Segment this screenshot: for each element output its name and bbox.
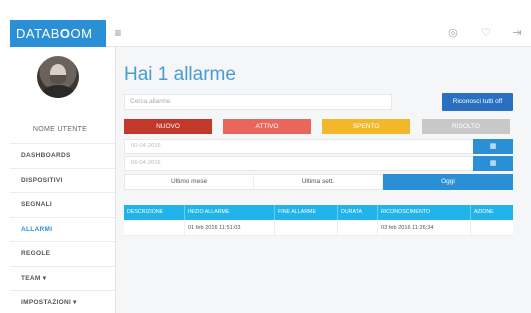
page-title: Hai 1 allarme [124, 64, 236, 85]
sidebar-item-segnali[interactable]: SEGNALI [10, 192, 115, 217]
period-today-button[interactable]: Oggi [383, 174, 513, 190]
column-header-durata[interactable]: DURATA [338, 205, 378, 220]
period-selector: Ultimo mese Ultima sett. Oggi [124, 174, 513, 190]
sidebar-nav: DASHBOARDS DISPOSITIVI SEGNALI ALLARMI R… [10, 143, 115, 313]
username: NOME UTENTE [32, 126, 88, 133]
sidebar-item-dashboards[interactable]: DASHBOARDS [10, 143, 115, 168]
column-header-riconoscimento[interactable]: RICONOSCIMENTO [378, 205, 471, 220]
logout-icon[interactable]: ⇥ [510, 20, 524, 47]
search-input[interactable]: Cerca allarme [124, 94, 392, 110]
table-row[interactable]: 01 feb 2016 11:51:03 03 feb 2016 11:26:3… [124, 220, 513, 236]
cell-azione[interactable] [471, 220, 513, 236]
date-from-value: 00-04-2016 [131, 143, 161, 149]
acknowledge-all-button[interactable]: Riconosci tutti off [442, 93, 513, 111]
date-from-field[interactable]: 00-04-2016 ▦ [124, 139, 513, 154]
logo-text-1: DATAB [16, 26, 60, 41]
sidebar-item-impostazioni[interactable]: IMPOSTAZIONI ▾ [10, 290, 115, 313]
filter-risolto-button[interactable]: RISOLTO [422, 119, 510, 134]
column-header-inizio[interactable]: INIZIO ALLARME [185, 205, 275, 220]
date-to-value: 06-04-2016 [131, 160, 161, 166]
globe-icon[interactable]: ◎ [446, 20, 460, 47]
sidebar-item-dispositivi[interactable]: DISPOSITIVI [10, 167, 115, 193]
bell-icon[interactable]: ♡ [479, 20, 493, 47]
period-last-week-button[interactable]: Ultima sett. [254, 175, 383, 189]
hamburger-icon[interactable]: ≡ [110, 20, 126, 47]
period-last-month-button[interactable]: Ultimo mese [125, 175, 254, 189]
date-to-field[interactable]: 06-04-2016 ▦ [124, 156, 513, 171]
sidebar-item-allarmi[interactable]: ALLARMI [10, 216, 115, 242]
cell-inizio: 01 feb 2016 11:51:03 [185, 220, 275, 236]
top-bar: DATABOOM ≡ ◎ ♡ ⇥ [10, 20, 531, 47]
cell-descrizione [124, 220, 185, 236]
column-header-descrizione[interactable]: DESCRIZIONE [124, 205, 185, 220]
column-header-fine[interactable]: FINE ALLARME [275, 205, 338, 220]
app-frame: DATABOOM ≡ ◎ ♡ ⇥ NOME UTENTE DASHBOARDS … [10, 20, 531, 313]
cell-riconoscimento: 03 feb 2016 11:26:34 [378, 220, 471, 236]
alarms-table: DESCRIZIONE INIZIO ALLARME FINE ALLARME … [124, 205, 513, 236]
filter-attivo-button[interactable]: ATTIVO [223, 119, 311, 134]
logo-text-2: O [59, 26, 71, 41]
filter-spento-button[interactable]: SPENTO [322, 119, 410, 134]
table-header: DESCRIZIONE INIZIO ALLARME FINE ALLARME … [124, 205, 513, 220]
calendar-icon[interactable]: ▦ [473, 139, 513, 154]
cell-fine [275, 220, 338, 236]
sidebar-item-team[interactable]: TEAM ▾ [10, 265, 115, 291]
calendar-icon[interactable]: ▦ [473, 156, 513, 171]
column-header-azione[interactable]: AZIONE [471, 205, 513, 220]
sidebar: NOME UTENTE DASHBOARDS DISPOSITIVI SEGNA… [10, 47, 116, 313]
filter-nuovo-button[interactable]: NUOVO [124, 119, 212, 134]
cell-durata [338, 220, 378, 236]
app-logo[interactable]: DATABOOM [10, 20, 106, 47]
avatar [37, 56, 79, 98]
logo-text-3: OM [70, 26, 93, 41]
sidebar-item-regole[interactable]: REGOLE [10, 241, 115, 266]
status-filters: NUOVO ATTIVO SPENTO RISOLTO [124, 119, 513, 134]
